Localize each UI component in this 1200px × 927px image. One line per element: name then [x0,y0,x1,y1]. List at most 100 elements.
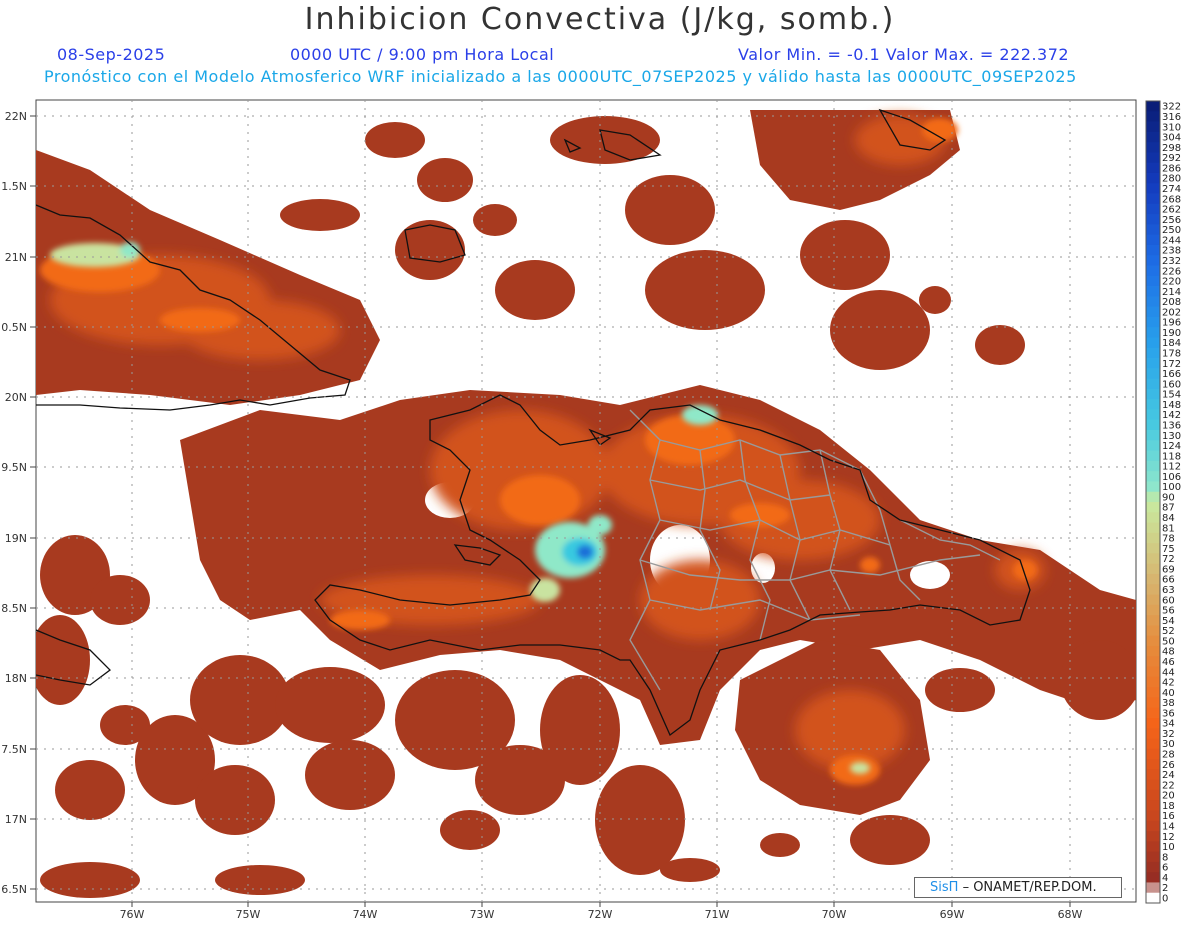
lat-label: 9.5N [1,461,27,474]
lat-label: 19N [5,532,27,545]
colorbar: 3223163103042982922862802742682622562502… [1145,100,1181,904]
colorbar-swatch [1146,810,1160,822]
colorbar-swatch [1146,450,1160,462]
sispi-logo: SisΠ [930,880,959,895]
colorbar-swatch [1146,502,1160,513]
colorbar-swatch [1146,728,1160,739]
lat-label: 7.5N [1,743,27,756]
colorbar-swatch [1146,645,1160,657]
longitude-labels: 76W 75W 74W 73W 72W 71W 70W 69W 68W [120,908,1083,921]
colorbar-swatch [1146,388,1160,400]
colorbar-swatch [1146,892,1160,904]
colorbar-swatch [1146,666,1160,678]
colorbar-swatch [1146,532,1160,544]
colorbar-swatch [1146,481,1160,493]
colorbar-swatch [1146,265,1160,277]
colorbar-swatch [1146,491,1160,503]
colorbar-swatch [1146,820,1160,832]
colorbar-swatch [1146,193,1160,205]
colorbar-swatch [1146,183,1160,194]
lat-label: 21N [5,251,27,264]
lon-label: 70W [822,908,847,921]
colorbar-swatch [1146,306,1160,318]
colorbar-swatch [1146,615,1160,626]
colorbar-swatch [1146,337,1160,349]
lat-label: 17N [5,813,27,826]
colorbar-swatch [1146,378,1160,390]
colorbar-swatch [1146,358,1160,369]
lon-label: 75W [236,908,261,921]
colorbar-swatch [1146,512,1160,523]
lon-label: 68W [1058,908,1083,921]
colorbar-swatch [1146,172,1160,184]
colorbar-swatch [1146,460,1160,472]
colorbar-swatch [1146,769,1160,781]
colorbar-swatch [1146,419,1160,431]
colorbar-swatch [1146,851,1160,863]
colorbar-swatch [1146,563,1160,575]
lon-label: 73W [470,908,495,921]
colorbar-swatch [1146,687,1160,698]
colorbar-swatch [1146,604,1160,616]
colorbar-swatch [1146,234,1160,246]
colorbar-swatch [1146,214,1160,225]
colorbar-swatch [1146,347,1160,359]
colorbar-swatch [1146,522,1160,534]
colorbar-swatch [1146,861,1160,873]
colorbar-swatch [1146,430,1160,441]
colorbar-swatch [1146,142,1160,153]
colorbar-swatch [1146,625,1160,637]
colorbar-swatch [1146,594,1160,606]
colorbar-swatch [1146,111,1160,122]
colorbar-swatch [1146,831,1160,842]
lat-label: 20N [5,391,27,404]
colorbar-swatch [1146,779,1160,791]
colorbar-swatch [1146,316,1160,328]
lat-label: 8.5N [1,602,27,615]
colorbar-swatch [1146,584,1160,595]
colorbar-swatch [1146,543,1160,554]
colorbar-swatch [1146,152,1160,164]
lon-label: 72W [588,908,613,921]
colorbar-swatch [1146,368,1160,380]
colorbar-swatch [1146,275,1160,287]
lat-label: 1.5N [1,180,27,193]
colorbar-swatch [1146,707,1160,719]
colorbar-swatch [1146,131,1160,143]
colorbar-swatch [1146,882,1160,894]
colorbar-swatch [1146,800,1160,811]
colorbar-swatch [1146,748,1160,760]
colorbar-swatch [1146,471,1160,482]
colorbar-swatch [1146,553,1160,565]
colorbar-swatch [1146,121,1160,133]
lon-label: 71W [705,908,730,921]
lon-label: 69W [940,908,965,921]
credit-text: – ONAMET/REP.DOM. [962,880,1097,895]
colorbar-swatch [1146,635,1160,647]
colorbar-swatch [1146,738,1160,750]
colorbar-swatch [1146,162,1160,174]
colorbar-swatch [1146,203,1160,215]
longitude-ticks [131,902,1071,907]
colorbar-swatch [1146,759,1160,770]
lat-label: 22N [5,110,27,123]
colorbar-swatch [1146,697,1160,709]
latitude-labels: 22N 1.5N 21N 0.5N 20N 9.5N 19N 8.5N 18N … [1,110,27,896]
lon-label: 76W [120,908,145,921]
colorbar-swatch [1146,224,1160,236]
lat-label: 0.5N [1,321,27,334]
colorbar-swatch [1146,841,1160,852]
colorbar-swatch [1146,717,1160,729]
lat-label: 18N [5,672,27,685]
colorbar-swatch [1146,676,1160,688]
colorbar-swatch [1146,244,1160,256]
colorbar-swatch [1146,286,1160,297]
colorbar-label: 0 [1162,893,1168,904]
lon-label: 74W [353,908,378,921]
colorbar-swatch [1146,872,1160,883]
colorbar-swatch [1146,409,1160,421]
colorbar-swatch [1146,656,1160,667]
colorbar-swatch [1146,101,1160,112]
forecast-map: 22N 1.5N 21N 0.5N 20N 9.5N 19N 8.5N 18N … [1,99,1181,921]
colorbar-swatch [1146,255,1160,266]
